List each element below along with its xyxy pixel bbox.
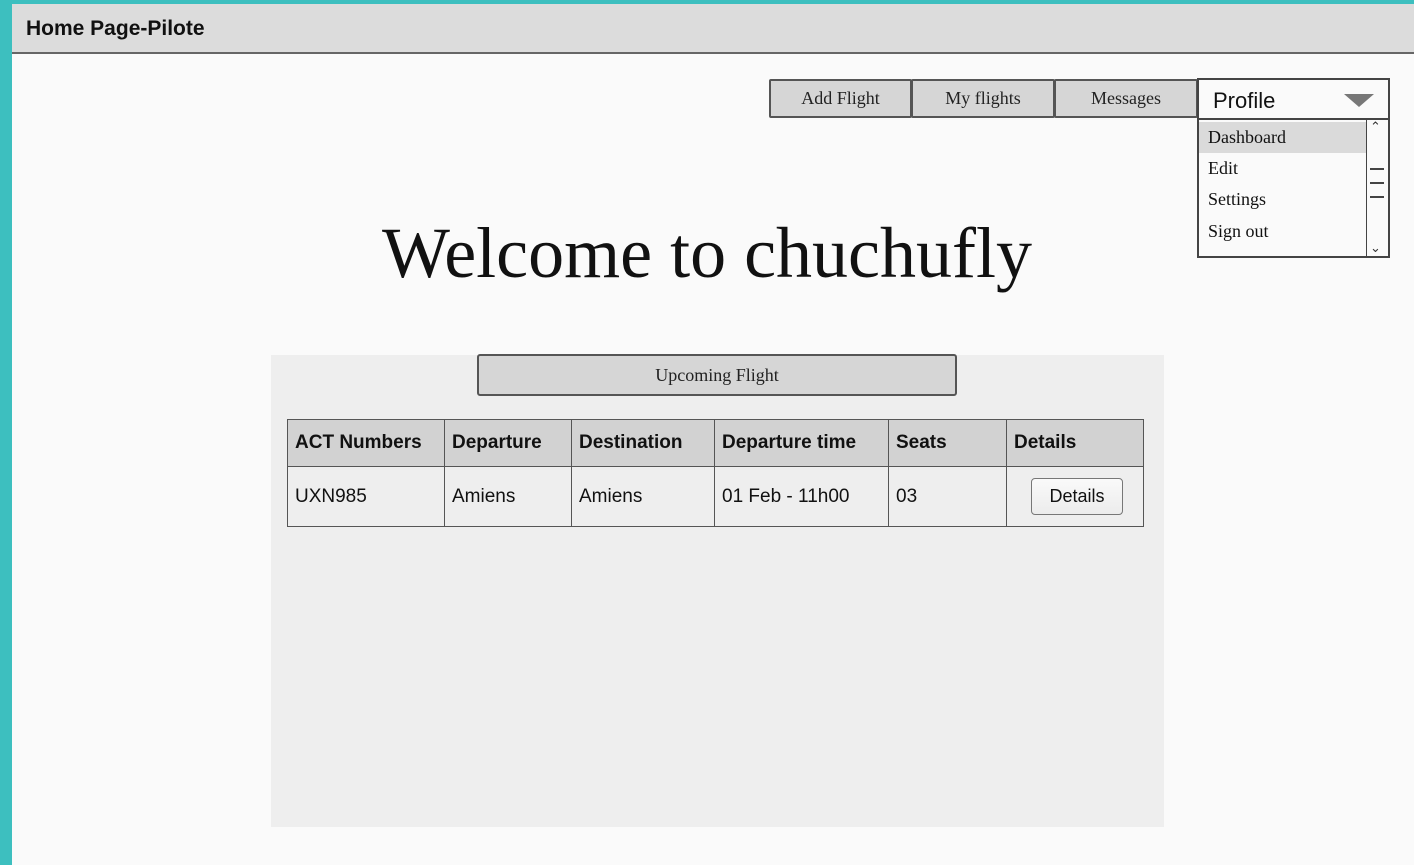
menu-item-edit[interactable]: Edit	[1199, 153, 1367, 184]
column-header-details: Details	[1006, 419, 1144, 467]
column-header-departure-time: Departure time	[714, 419, 889, 467]
flights-table: ACT Numbers Departure Destination Depart…	[287, 419, 1144, 527]
messages-button[interactable]: Messages	[1054, 79, 1198, 118]
column-header-act-numbers: ACT Numbers	[287, 419, 445, 467]
welcome-heading: Welcome to chuchufly	[382, 213, 1032, 293]
window-title: Home Page-Pilote	[26, 17, 205, 40]
my-flights-button[interactable]: My flights	[911, 79, 1055, 118]
scroll-thumb[interactable]	[1370, 168, 1384, 206]
chevron-down-icon	[1344, 94, 1374, 107]
app-window: Home Page-Pilote Add Flight My flights M…	[12, 4, 1414, 865]
upcoming-flight-button[interactable]: Upcoming Flight	[477, 354, 957, 396]
column-header-departure: Departure	[444, 419, 572, 467]
profile-label: Profile	[1213, 88, 1276, 113]
column-header-seats: Seats	[888, 419, 1007, 467]
menu-item-settings[interactable]: Settings	[1199, 184, 1367, 215]
cell-details: Details	[1006, 466, 1144, 527]
cell-destination: Amiens	[571, 466, 715, 527]
cell-departure: Amiens	[444, 466, 572, 527]
table-header-row: ACT Numbers Departure Destination Depart…	[287, 419, 1144, 467]
cell-departure-time: 01 Feb - 11h00	[714, 466, 889, 527]
table-row: UXN985 Amiens Amiens 01 Feb - 11h00 03 D…	[287, 466, 1144, 527]
column-header-destination: Destination	[571, 419, 715, 467]
title-bar: Home Page-Pilote	[12, 4, 1414, 54]
details-button[interactable]: Details	[1031, 478, 1123, 515]
scroll-up-icon[interactable]: ⌃	[1370, 120, 1381, 135]
cell-seats: 03	[888, 466, 1007, 527]
profile-dropdown[interactable]: Profile	[1197, 78, 1390, 120]
add-flight-button[interactable]: Add Flight	[769, 79, 912, 118]
menu-item-dashboard[interactable]: Dashboard	[1199, 122, 1367, 153]
cell-act-number: UXN985	[287, 466, 445, 527]
upcoming-flight-panel: Upcoming Flight ACT Numbers Departure De…	[271, 354, 1164, 827]
